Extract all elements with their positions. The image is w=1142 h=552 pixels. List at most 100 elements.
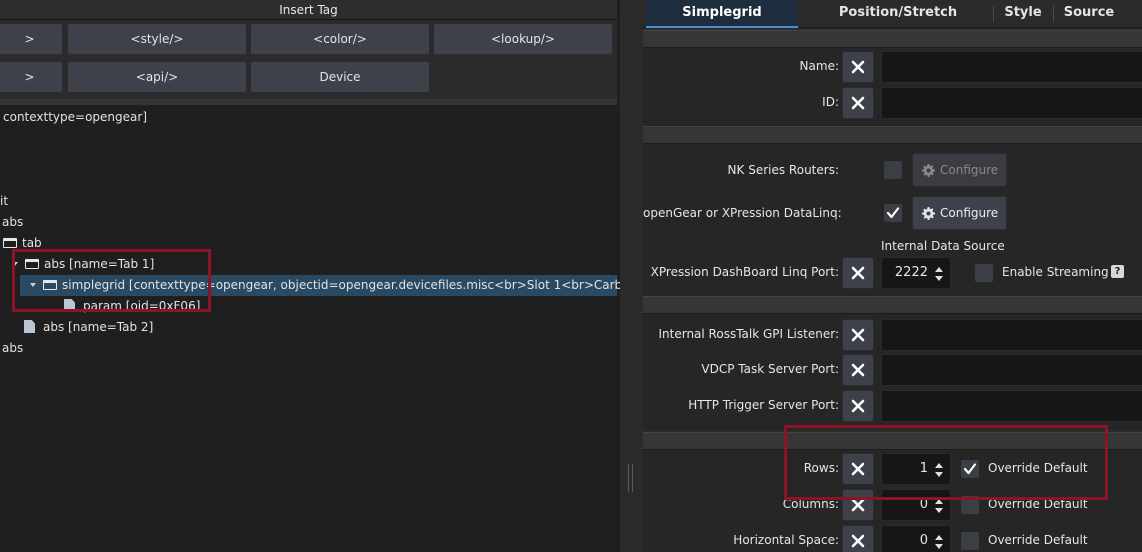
- nk-series-label: NK Series Routers:: [727, 163, 839, 177]
- tree-row-label: contexttype=opengear]: [3, 110, 148, 124]
- columns-spinner[interactable]: 0: [881, 489, 951, 521]
- lookup-tag-button[interactable]: <lookup/>: [433, 23, 613, 55]
- spinner-value: 0: [919, 533, 928, 548]
- rosstalk-field[interactable]: [881, 319, 1142, 351]
- columns-label: Columns:: [782, 497, 839, 511]
- checkmark-icon: [886, 207, 900, 219]
- tab-style[interactable]: Style: [997, 0, 1049, 28]
- help-icon[interactable]: ?: [1111, 265, 1124, 278]
- clear-columns-button[interactable]: [842, 489, 874, 521]
- clear-http-trigger-button[interactable]: [842, 390, 874, 422]
- close-icon: [851, 534, 865, 548]
- tab-simplegrid-attributes[interactable]: Simplegrid Attributes: [646, 0, 798, 46]
- spinner-value: 2222: [894, 265, 928, 280]
- nk-series-checkbox[interactable]: [883, 160, 903, 180]
- horizontal-space-override-checkbox[interactable]: [960, 531, 980, 551]
- section-network-ports: Internal RossTalk GPI Listener: VDCP Tas…: [643, 314, 1142, 430]
- attributes-pane: Simplegrid Attributes Position/Stretch A…: [643, 0, 1142, 552]
- spinner-value: 0: [919, 497, 928, 512]
- tree-row[interactable]: abs: [2, 212, 23, 233]
- expand-arrow-icon[interactable]: [12, 262, 18, 266]
- datalinq-configure-button[interactable]: Configure: [912, 196, 1008, 230]
- horizontal-space-label: Horizontal Space:: [733, 533, 839, 547]
- clear-id-button[interactable]: [842, 87, 874, 119]
- gear-icon: [922, 164, 935, 177]
- columns-override-label: Override Default: [988, 497, 1088, 511]
- tree-row[interactable]: contexttype=opengear]: [3, 107, 147, 128]
- tab-position-stretch-attributes[interactable]: Position/Stretch Attributes: [806, 0, 990, 46]
- close-icon: [851, 363, 865, 377]
- vdcp-label: VDCP Task Server Port:: [701, 362, 839, 376]
- spin-down-icon[interactable]: [935, 544, 943, 549]
- name-label: Name:: [799, 59, 839, 73]
- gear-icon: [922, 207, 935, 220]
- spin-up-icon[interactable]: [935, 463, 943, 468]
- document-icon: [64, 299, 75, 312]
- section-header: [643, 296, 1142, 314]
- internal-data-source-label: Internal Data Source: [881, 239, 1005, 253]
- section-header: [643, 126, 1142, 144]
- clear-rosstalk-button[interactable]: [842, 319, 874, 351]
- spin-up-icon[interactable]: [935, 499, 943, 504]
- name-field[interactable]: [881, 51, 1142, 83]
- tree-row[interactable]: abs [name=Tab 2]: [24, 317, 153, 338]
- api-tag-button[interactable]: <api/>: [67, 61, 247, 93]
- close-icon: [851, 462, 865, 476]
- splitter-grip: [632, 464, 633, 492]
- clear-rows-button[interactable]: [842, 453, 874, 485]
- columns-override-checkbox[interactable]: [960, 495, 980, 515]
- checkmark-icon: [963, 463, 977, 475]
- expand-arrow-icon[interactable]: [30, 283, 36, 287]
- rosstalk-label: Internal RossTalk GPI Listener:: [658, 327, 839, 341]
- tag-button-partial-1[interactable]: >: [0, 23, 63, 55]
- spin-down-icon[interactable]: [935, 472, 943, 477]
- device-tag-button[interactable]: Device: [250, 61, 430, 93]
- http-trigger-field[interactable]: [881, 390, 1142, 422]
- tree-row[interactable]: abs: [2, 338, 23, 359]
- section-general: Name: ID:: [643, 48, 1142, 126]
- tree-row[interactable]: abs [name=Tab 1]: [12, 254, 154, 275]
- tab-source[interactable]: Source: [1057, 0, 1121, 28]
- spin-up-icon[interactable]: [935, 267, 943, 272]
- color-tag-button[interactable]: <color/>: [250, 23, 430, 55]
- tab-bar: Simplegrid Attributes Position/Stretch A…: [643, 0, 1142, 46]
- close-icon: [851, 96, 865, 110]
- spin-up-icon[interactable]: [935, 535, 943, 540]
- spin-down-icon[interactable]: [935, 276, 943, 281]
- nk-configure-button[interactable]: Configure: [912, 153, 1008, 187]
- datalinq-label: openGear or XPression DataLinq:: [643, 206, 842, 220]
- vdcp-field[interactable]: [881, 354, 1142, 386]
- rows-override-checkbox[interactable]: [960, 459, 980, 479]
- splitter-grip: [628, 464, 629, 492]
- close-icon: [851, 498, 865, 512]
- tree-row[interactable]: tab: [3, 233, 42, 254]
- tree-row-label: abs: [2, 341, 24, 355]
- rows-label: Rows:: [803, 461, 839, 475]
- close-icon: [851, 60, 865, 74]
- clear-name-button[interactable]: [842, 51, 874, 83]
- clear-dashboard-port-button[interactable]: [842, 257, 874, 289]
- tree-row-selected[interactable]: simplegrid [contexttype=opengear, object…: [20, 275, 620, 296]
- rows-spinner[interactable]: 1: [881, 453, 951, 485]
- tree-row-label: abs [name=Tab 1]: [44, 257, 155, 271]
- id-field[interactable]: [881, 87, 1142, 119]
- tree-row-label: abs [name=Tab 2]: [43, 320, 154, 334]
- tree-row[interactable]: param [oid=0xF06]: [64, 296, 200, 317]
- tag-button-partial-2[interactable]: >: [0, 61, 63, 93]
- horizontal-space-spinner[interactable]: 0: [881, 525, 951, 552]
- section-header: [643, 30, 1142, 48]
- style-tag-button[interactable]: <style/>: [67, 23, 247, 55]
- clear-vdcp-button[interactable]: [842, 354, 874, 386]
- configure-label: Configure: [940, 206, 999, 220]
- pane-splitter-vertical[interactable]: [620, 0, 643, 552]
- tree-row[interactable]: it: [0, 191, 8, 212]
- dashboard-port-spinner[interactable]: 2222: [881, 257, 951, 289]
- clear-horizontal-space-button[interactable]: [842, 525, 874, 552]
- http-trigger-label: HTTP Trigger Server Port:: [688, 398, 839, 412]
- spin-down-icon[interactable]: [935, 508, 943, 513]
- rows-override-label: Override Default: [988, 461, 1088, 475]
- enable-streaming-checkbox[interactable]: [974, 263, 994, 283]
- datalinq-checkbox[interactable]: [883, 203, 903, 223]
- horizontal-space-override-label: Override Default: [988, 533, 1088, 547]
- dashboard-port-label: XPression DashBoard Linq Port:: [650, 265, 839, 279]
